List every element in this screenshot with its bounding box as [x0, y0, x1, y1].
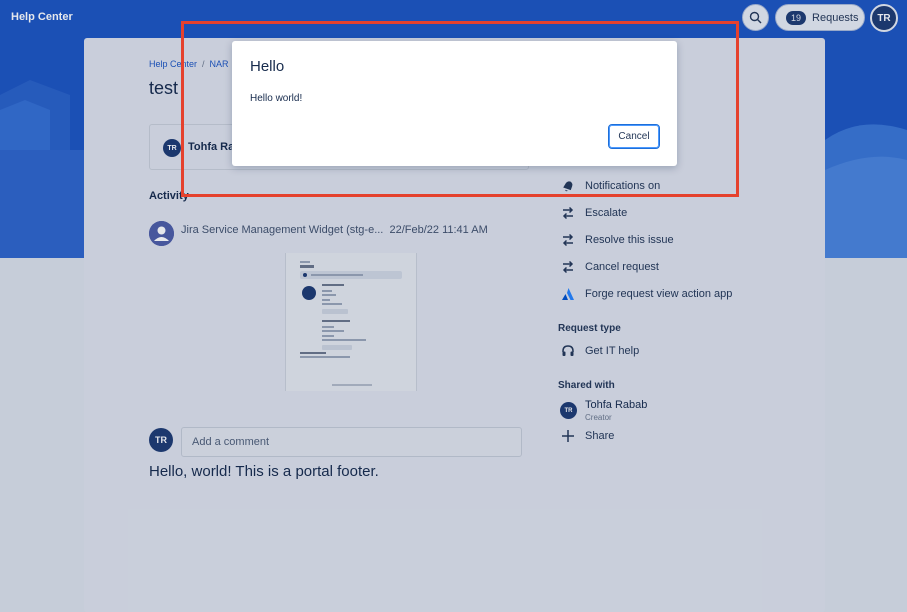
highlight-box — [181, 21, 739, 197]
